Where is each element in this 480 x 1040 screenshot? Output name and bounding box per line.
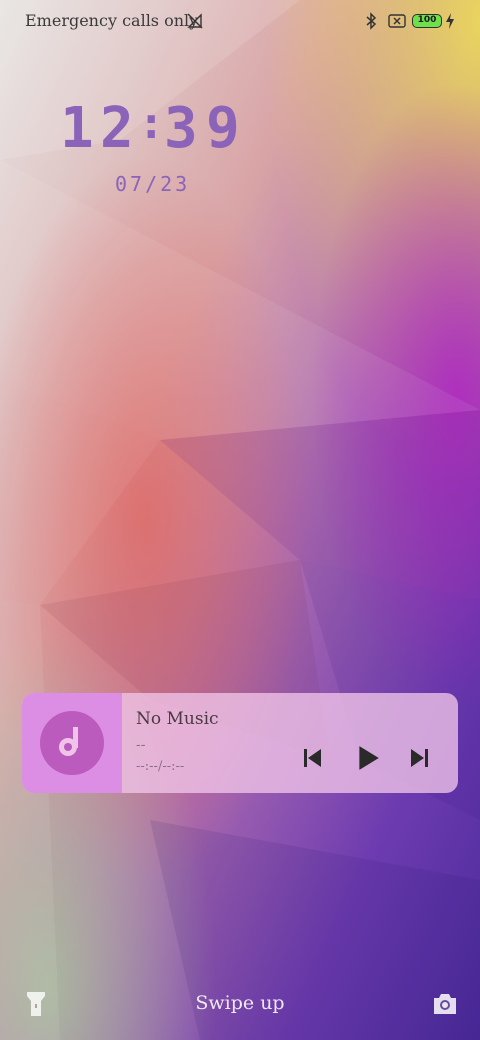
clock-digit: 1 [60, 96, 98, 161]
music-player-widget[interactable]: No Music -- --:--/--:-- [22, 693, 458, 793]
status-bar: Emergency calls only 100 [0, 0, 480, 44]
lockscreen-clock: 1 2 : 3 9 [58, 96, 258, 166]
previous-icon[interactable] [300, 745, 326, 771]
clock-digit: 3 [164, 96, 202, 161]
charging-bolt-icon [446, 13, 454, 29]
track-title: No Music [136, 709, 219, 729]
battery-icon: 100 [412, 14, 442, 28]
lockscreen-date: 07/23 [115, 172, 191, 196]
sim-x-icon [388, 14, 406, 28]
swipe-up-hint: Swipe up [195, 992, 285, 1014]
battery-level: 100 [417, 15, 437, 25]
track-artist: -- [136, 737, 146, 753]
next-icon[interactable] [406, 745, 432, 771]
no-signal-icon [187, 13, 203, 29]
carrier-text: Emergency calls only [25, 11, 199, 30]
track-time: --:--/--:-- [136, 759, 185, 774]
bluetooth-icon [366, 12, 377, 30]
clock-digit: 9 [206, 96, 244, 161]
play-icon[interactable] [354, 744, 382, 772]
camera-icon[interactable] [432, 992, 458, 1016]
music-note-icon [40, 711, 104, 775]
clock-digit: 2 [100, 96, 138, 161]
album-art [22, 693, 122, 793]
